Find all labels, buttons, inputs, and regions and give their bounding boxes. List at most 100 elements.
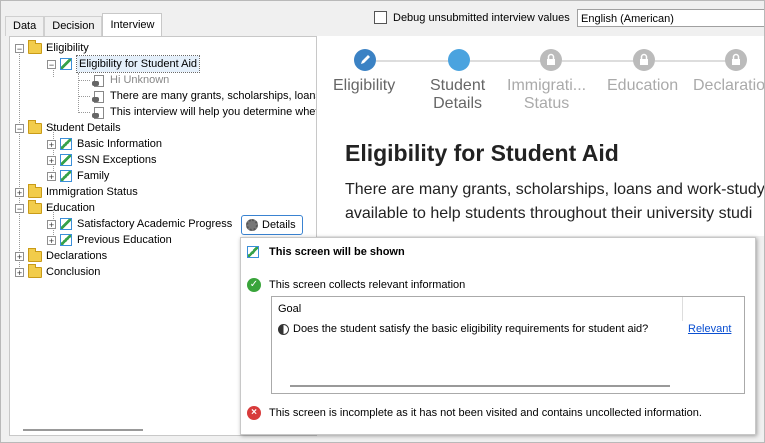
- screen-icon: [60, 154, 72, 166]
- tree-node-basic-info[interactable]: + Basic Information: [47, 136, 162, 152]
- error-icon: ×: [247, 406, 261, 420]
- tree-line: [78, 73, 79, 113]
- label-icon: [92, 90, 105, 103]
- goal-icon: [278, 323, 289, 335]
- goal-grid: Goal Does the student satisfy the basic …: [271, 296, 745, 394]
- tree-node-education[interactable]: − Education: [15, 199, 95, 216]
- label-icon: [92, 74, 105, 87]
- grid-scrollbar[interactable]: [290, 385, 670, 387]
- expand-icon[interactable]: +: [47, 235, 56, 245]
- popup-title: This screen will be shown: [269, 246, 405, 258]
- interview-preview: Eligibility Student Details Immigrati...…: [317, 36, 764, 236]
- tree-label: Hi Unknown: [110, 74, 170, 86]
- step-declarations: Declaratio: [693, 77, 764, 95]
- details-button[interactable]: Details: [241, 215, 303, 235]
- expand-icon[interactable]: +: [15, 187, 24, 197]
- step-label: Details: [433, 95, 483, 112]
- step-connector: [562, 60, 644, 62]
- tree-label: Family: [77, 170, 110, 182]
- tree-label: Conclusion: [46, 266, 101, 278]
- step-student-details[interactable]: Student Details: [430, 77, 485, 113]
- tree-label: Student Details: [46, 122, 121, 134]
- step-eligibility[interactable]: Eligibility: [333, 77, 395, 95]
- tree-label: Satisfactory Academic Progress: [77, 218, 233, 230]
- step-label: Declaratio: [693, 77, 764, 94]
- lock-icon: [540, 49, 562, 71]
- window-frame: Data Decision Interview Debug unsubmitte…: [0, 0, 765, 443]
- folder-icon: [28, 119, 42, 134]
- details-popup: This screen will be shown ✓ This screen …: [240, 237, 756, 435]
- intro-text: There are many grants, scholarships, loa…: [345, 178, 764, 226]
- screen-icon: [60, 170, 72, 182]
- tree-line: [78, 96, 90, 97]
- popup-incomplete-row: × This screen is incomplete as it has no…: [247, 406, 702, 420]
- page-title: Eligibility for Student Aid: [345, 140, 619, 166]
- tree-node-conclusion[interactable]: + Conclusion: [15, 263, 101, 280]
- collapse-icon[interactable]: −: [47, 59, 56, 69]
- check-icon: ✓: [247, 278, 261, 292]
- tree-node-hi-unknown[interactable]: Hi Unknown: [92, 72, 169, 88]
- step-immigration: Immigrati... Status: [507, 77, 586, 113]
- tree-label: This interview will help you determine w…: [110, 106, 317, 118]
- tree-label: Eligibility: [46, 42, 89, 54]
- collapse-icon[interactable]: −: [15, 43, 24, 53]
- gear-icon: [246, 219, 258, 231]
- column-divider: [682, 297, 683, 321]
- tree-node-sat-progress[interactable]: + Satisfactory Academic Progress: [47, 216, 232, 232]
- intro-line: available to help students throughout th…: [345, 205, 753, 222]
- popup-collects-row: ✓ This screen collects relevant informat…: [247, 278, 465, 292]
- tree-line: [78, 112, 90, 113]
- tab-strip: Data Decision Interview: [5, 13, 163, 36]
- tree-line: [19, 49, 20, 277]
- collapse-icon[interactable]: −: [15, 203, 24, 213]
- screen-icon: [60, 218, 72, 230]
- tree-label: Education: [46, 202, 95, 214]
- tab-decision[interactable]: Decision: [44, 16, 103, 36]
- tree-node-ssn[interactable]: + SSN Exceptions: [47, 152, 156, 168]
- tree-label: Declarations: [46, 250, 108, 262]
- expand-icon[interactable]: +: [47, 219, 56, 229]
- language-select[interactable]: English (American): [577, 9, 764, 27]
- expand-icon[interactable]: +: [15, 267, 24, 277]
- relevant-link[interactable]: Relevant: [688, 323, 731, 335]
- tree-node-grants[interactable]: There are many grants, scholarships, loa…: [92, 88, 317, 104]
- expand-icon[interactable]: +: [47, 155, 56, 165]
- collapse-icon[interactable]: −: [15, 123, 24, 133]
- step-label: Status: [523, 95, 570, 112]
- label-icon: [92, 106, 105, 119]
- tree-node-student-details[interactable]: − Student Details: [15, 119, 121, 136]
- tree-scrollbar[interactable]: [23, 429, 143, 431]
- lock-icon: [725, 49, 747, 71]
- tree-node-immigration[interactable]: + Immigration Status: [15, 183, 138, 200]
- tree-node-declarations[interactable]: + Declarations: [15, 247, 108, 264]
- tree-node-family[interactable]: + Family: [47, 168, 109, 184]
- folder-icon: [28, 183, 42, 198]
- tree-node-prev-education[interactable]: + Previous Education: [47, 232, 172, 248]
- tab-data[interactable]: Data: [5, 16, 45, 36]
- expand-icon[interactable]: +: [47, 139, 56, 149]
- tab-interview[interactable]: Interview: [102, 13, 163, 36]
- step-label: Immigrati...: [507, 77, 587, 94]
- screen-icon: [60, 234, 72, 246]
- folder-icon: [28, 39, 42, 54]
- tree-node-eligibility[interactable]: − Eligibility: [15, 39, 89, 56]
- tree-label: Basic Information: [77, 138, 162, 150]
- tree-node-eligibility-screen[interactable]: − Eligibility for Student Aid: [47, 55, 201, 73]
- tree-label: Previous Education: [77, 234, 172, 246]
- step-label: Eligibility: [333, 77, 396, 94]
- tree-label: There are many grants, scholarships, loa…: [110, 90, 317, 102]
- debug-checkbox[interactable]: [374, 11, 387, 24]
- pencil-icon[interactable]: [354, 49, 376, 71]
- goal-question: Does the student satisfy the basic eligi…: [293, 323, 649, 335]
- expand-icon[interactable]: +: [15, 251, 24, 261]
- debug-option[interactable]: Debug unsubmitted interview values: [374, 11, 570, 24]
- popup-collects: This screen collects relevant informatio…: [269, 279, 466, 291]
- current-step-icon[interactable]: [448, 49, 470, 71]
- folder-icon: [28, 263, 42, 278]
- tree-node-interview-help[interactable]: This interview will help you determine w…: [92, 104, 317, 120]
- goal-row: Does the student satisfy the basic eligi…: [278, 323, 648, 335]
- expand-icon[interactable]: +: [47, 171, 56, 181]
- screen-icon: [60, 58, 72, 70]
- step-education: Education: [607, 77, 678, 95]
- tree-label-selected: Eligibility for Student Aid: [75, 55, 201, 73]
